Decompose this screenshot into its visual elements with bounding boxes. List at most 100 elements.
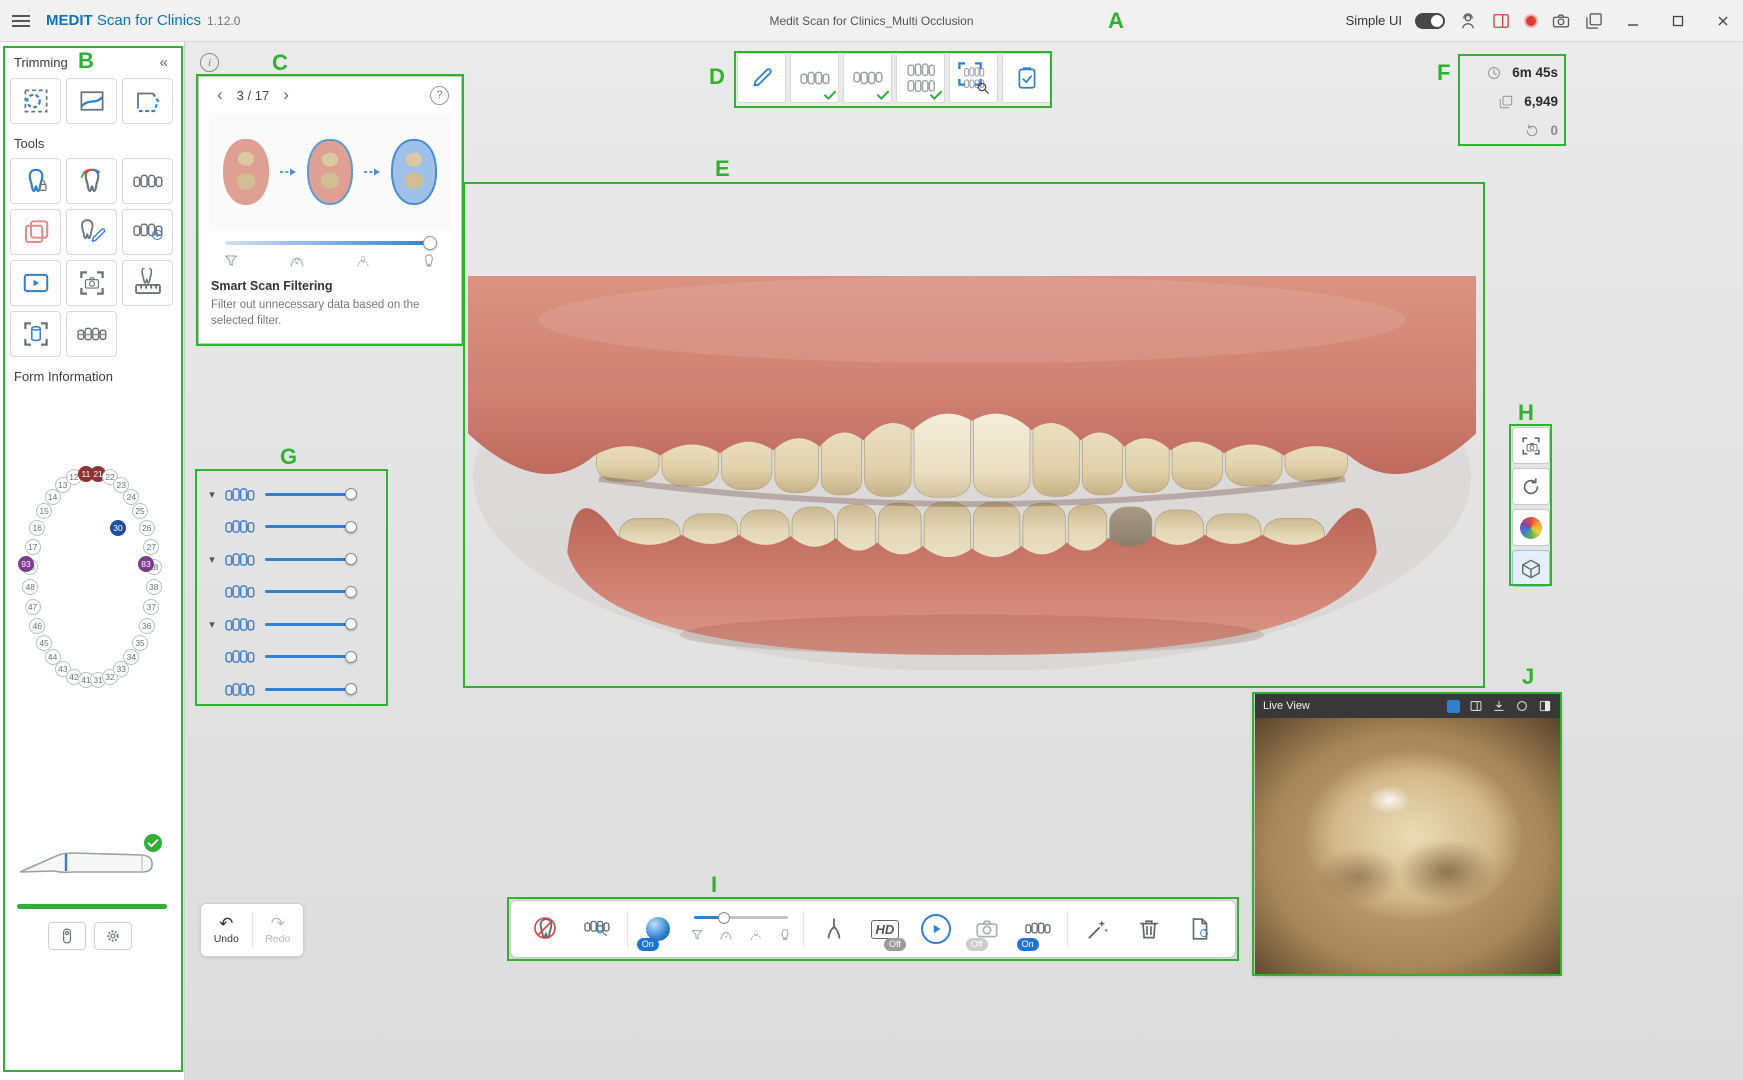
menu-icon[interactable]: [12, 15, 30, 17]
copy-scan-button[interactable]: [10, 209, 61, 255]
tooth-marker[interactable]: 83: [138, 556, 154, 572]
bite-tool-button[interactable]: [813, 906, 855, 952]
ortho-button[interactable]: [66, 311, 117, 357]
trim-line-button[interactable]: [66, 78, 117, 124]
tooth-marker[interactable]: 30: [110, 520, 126, 536]
tooth-markers: 30 93 83: [16, 460, 168, 698]
edit-scan-button[interactable]: [66, 209, 117, 255]
layer-slider-handle[interactable]: [345, 521, 357, 533]
start-scan-button[interactable]: [915, 906, 957, 952]
caret-down-icon[interactable]: ▾: [199, 553, 225, 566]
measure-button[interactable]: [122, 260, 173, 306]
stage-toolbar: [737, 53, 1051, 103]
contrast-icon[interactable]: [1538, 699, 1552, 713]
record-icon[interactable]: [1524, 14, 1538, 28]
denture-button[interactable]: [122, 158, 173, 204]
close-button[interactable]: [1707, 0, 1739, 42]
add-scan-button[interactable]: [122, 209, 173, 255]
layer-opacity-slider[interactable]: [265, 688, 351, 691]
layer-slider-handle[interactable]: [345, 651, 357, 663]
redo-button[interactable]: ↷ Redo: [253, 904, 304, 956]
complete-scan-button[interactable]: [1002, 53, 1051, 103]
undo-button[interactable]: ↶ Undo: [201, 904, 252, 956]
hide-scan-button[interactable]: [525, 906, 567, 952]
reset-view-button[interactable]: [1512, 468, 1550, 505]
next-page-icon[interactable]: ›: [277, 85, 295, 105]
layer-opacity-slider[interactable]: [265, 623, 351, 626]
layer-slider-handle[interactable]: [345, 586, 357, 598]
model-view-button[interactable]: [1512, 550, 1550, 587]
layer-slider-handle[interactable]: [345, 683, 357, 695]
filter-level-slider[interactable]: [225, 241, 435, 245]
no-filter-icon[interactable]: [223, 253, 239, 269]
screenshot-icon[interactable]: [1551, 11, 1571, 31]
tooth-partial-gum-icon[interactable]: [749, 928, 763, 942]
tooth-gum-icon[interactable]: [719, 928, 733, 942]
scan-filter-slider[interactable]: [694, 916, 789, 919]
windows-stack-icon[interactable]: [1584, 11, 1604, 31]
minimize-button[interactable]: [1617, 0, 1649, 42]
scanner-device-button[interactable]: [48, 922, 86, 950]
layer-opacity-slider[interactable]: [265, 590, 351, 593]
layer-slider-handle[interactable]: [345, 488, 357, 500]
texture-sphere-button[interactable]: On: [637, 906, 679, 952]
occlusion-analysis-button[interactable]: [949, 53, 998, 103]
lock-scan-button[interactable]: [10, 158, 61, 204]
support-icon[interactable]: [1458, 11, 1478, 31]
screen-record-icon[interactable]: [1491, 11, 1511, 31]
teeth-3d-model[interactable]: [468, 276, 1476, 670]
scanner-buttons: [48, 922, 132, 950]
no-filter-icon[interactable]: [690, 928, 704, 942]
caret-down-icon[interactable]: ▾: [199, 618, 225, 631]
filter-slider-handle[interactable]: [423, 236, 437, 250]
layer-slider-handle[interactable]: [345, 553, 357, 565]
stage-maxilla-button[interactable]: [790, 53, 839, 103]
edit-form-button[interactable]: [737, 53, 786, 103]
simple-ui-toggle[interactable]: [1415, 13, 1445, 29]
scan-filter-control[interactable]: [688, 906, 795, 952]
stage-mandible-button[interactable]: [843, 53, 892, 103]
collapse-sidebar-icon[interactable]: «: [160, 54, 170, 71]
color-map-button[interactable]: [66, 158, 117, 204]
tooth-partial-gum-icon[interactable]: [355, 253, 371, 269]
tooth-only-icon[interactable]: [778, 928, 792, 942]
hd-mode-button[interactable]: HD Off: [864, 906, 906, 952]
layer-slider-handle[interactable]: [345, 618, 357, 630]
color-map-view-button[interactable]: [1512, 509, 1550, 546]
caret-down-icon[interactable]: ▾: [199, 488, 225, 501]
stage-occlusion-button[interactable]: [896, 53, 945, 103]
layer-opacity-slider[interactable]: [265, 558, 351, 561]
trim-select-icon: [21, 86, 51, 116]
info-icon[interactable]: i: [200, 53, 219, 72]
layer-opacity-slider[interactable]: [265, 493, 351, 496]
video-record-button[interactable]: Off: [966, 906, 1008, 952]
show-scan-button[interactable]: On: [1017, 906, 1059, 952]
trim-polygon-button[interactable]: [122, 78, 173, 124]
margin-line-button[interactable]: [10, 311, 61, 357]
export-scan-button[interactable]: [1179, 906, 1221, 952]
video-capture-button[interactable]: [10, 260, 61, 306]
layout-icon[interactable]: [1469, 699, 1483, 713]
settings-button[interactable]: [94, 922, 132, 950]
ai-clean-button[interactable]: [1077, 906, 1119, 952]
tooth-only-icon[interactable]: [421, 253, 437, 269]
delete-scan-button[interactable]: [1128, 906, 1170, 952]
dock-icon[interactable]: [1492, 699, 1506, 713]
scan-model-viewport[interactable]: [468, 276, 1476, 670]
layer-opacity-slider[interactable]: [265, 655, 351, 658]
help-icon[interactable]: ?: [430, 86, 449, 105]
trim-select-button[interactable]: [10, 78, 61, 124]
tooth-gum-icon[interactable]: [289, 253, 305, 269]
maximize-button[interactable]: [1662, 0, 1694, 42]
reset-view-icon: [1520, 476, 1542, 498]
layer-opacity-slider[interactable]: [265, 525, 351, 528]
feed-color-icon[interactable]: [1447, 700, 1460, 713]
zoom-level-icon[interactable]: [1515, 699, 1529, 713]
simple-ui-label: Simple UI: [1346, 13, 1402, 28]
prev-page-icon[interactable]: ‹: [211, 85, 229, 105]
locate-scan-button[interactable]: [576, 906, 618, 952]
capture-button[interactable]: [66, 260, 117, 306]
capture-view-button[interactable]: [1512, 427, 1550, 464]
tooth-marker[interactable]: 93: [18, 556, 34, 572]
scan-filter-handle[interactable]: [718, 912, 730, 924]
